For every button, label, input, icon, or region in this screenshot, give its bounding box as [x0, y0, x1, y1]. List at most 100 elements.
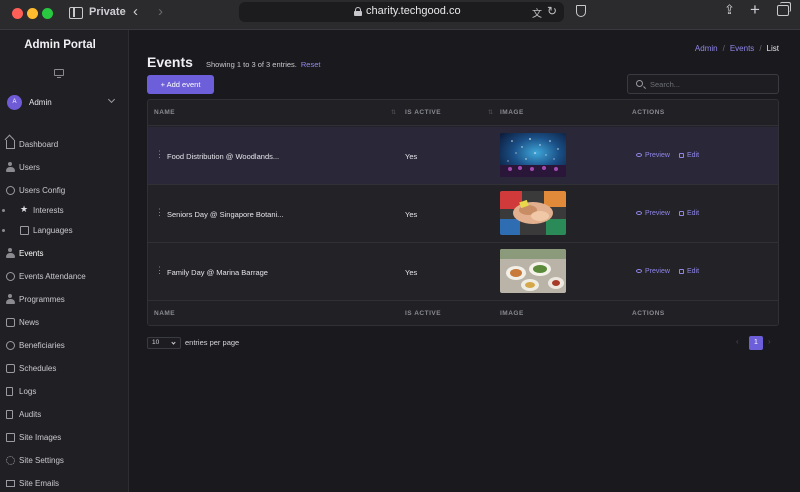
sidebar-item-events[interactable]: Events	[6, 247, 124, 261]
logs-icon	[6, 387, 13, 396]
chevron-down-icon	[171, 340, 176, 345]
edit-link[interactable]: Edit	[679, 152, 699, 159]
sidebar-item-programmes[interactable]: Programmes	[6, 293, 124, 307]
sidebar-item-label: Events Attendance	[19, 272, 86, 281]
reload-icon[interactable]: ↻	[547, 4, 557, 18]
minimize-window-button[interactable]	[27, 8, 38, 19]
page-title: Events	[147, 54, 193, 70]
sidebar-item-label: Dashboard	[19, 140, 59, 149]
sidebar-item-beneficiaries[interactable]: Beneficiaries	[6, 339, 124, 353]
gear-icon	[6, 456, 15, 465]
address-bar[interactable]: charity.techgood.co 文 ↻	[239, 2, 564, 22]
sidebar-item-schedules[interactable]: Schedules	[6, 362, 124, 376]
sidebar-item-users[interactable]: Users	[6, 161, 124, 175]
language-icon	[20, 226, 29, 235]
sidebar-item-site-emails[interactable]: Site Emails	[6, 477, 124, 491]
search-icon	[636, 80, 643, 87]
column-header-is-active[interactable]: IS ACTIVE	[405, 109, 441, 116]
avatar: A	[7, 95, 22, 110]
preview-label: Preview	[645, 210, 670, 217]
shield-icon[interactable]	[576, 5, 586, 17]
drag-handle-icon[interactable]: ⋮	[155, 265, 164, 276]
event-image-family-day	[500, 249, 566, 293]
users-icon	[6, 162, 15, 172]
eye-icon	[636, 153, 642, 158]
entries-summary: Showing 1 to 3 of 3 entries. Reset	[206, 60, 320, 69]
drag-handle-icon[interactable]: ⋮	[155, 207, 164, 218]
sidebar-toggle-icon[interactable]	[69, 7, 83, 19]
search-input[interactable]: Search...	[627, 74, 779, 94]
event-image-food-distribution	[500, 133, 566, 177]
event-active-status: Yes	[405, 268, 418, 277]
sidebar-item-languages[interactable]: Languages	[2, 224, 124, 238]
sort-icon[interactable]: ⇅	[391, 109, 396, 116]
brand-title: Admin Portal	[24, 39, 96, 51]
table-row: ⋮ Family Day @ Marina Barrage Yes Previe	[148, 243, 778, 301]
sidebar-item-label: Site Emails	[19, 479, 60, 488]
sidebar-item-label: Beneficiaries	[19, 341, 65, 350]
forward-arrow-icon[interactable]: ›	[158, 3, 163, 20]
monitor-icon[interactable]	[54, 69, 64, 79]
sidebar-item-label: Audits	[19, 410, 42, 419]
per-page-value: 10	[152, 339, 160, 346]
add-event-button[interactable]: + Add event	[147, 75, 214, 94]
table-row: ⋮ Food Distribution @ Woodlands... Yes P…	[148, 127, 778, 185]
sidebar-item-label: Programmes	[19, 295, 65, 304]
column-header-image: IMAGE	[500, 109, 524, 116]
breadcrumb-events[interactable]: Events	[730, 44, 754, 53]
sidebar-item-site-settings[interactable]: Site Settings	[6, 454, 124, 468]
breadcrumb-separator: /	[722, 44, 725, 53]
sidebar-item-label: Events	[19, 249, 44, 258]
event-name: Seniors Day @ Singapore Botani...	[167, 210, 284, 219]
event-image-seniors-day	[500, 191, 566, 235]
sidebar-item-label: News	[19, 318, 40, 327]
sidebar-item-events-attendance[interactable]: Events Attendance	[6, 270, 124, 284]
pagination-page[interactable]: 1	[749, 336, 763, 350]
private-mode-label: Private	[89, 6, 126, 18]
footer-column-name: NAME	[154, 310, 176, 317]
edit-label: Edit	[687, 268, 700, 275]
audits-icon	[6, 410, 13, 419]
per-page-select[interactable]: 10	[147, 337, 181, 349]
edit-icon	[679, 268, 684, 274]
edit-link[interactable]: Edit	[679, 268, 699, 275]
reset-link[interactable]: Reset	[301, 60, 321, 69]
pagination-prev-icon[interactable]: ‹	[736, 337, 739, 346]
bullet-icon	[2, 229, 5, 232]
edit-link[interactable]: Edit	[679, 210, 699, 217]
user-menu[interactable]: A Admin	[7, 95, 119, 111]
column-header-name[interactable]: NAME	[154, 109, 175, 116]
browser-toolbar: Private ‹ › charity.techgood.co 文 ↻ ⇪ +	[0, 0, 800, 30]
breadcrumb-admin[interactable]: Admin	[695, 44, 718, 53]
events-table: NAME ⇅ IS ACTIVE ⇅ IMAGE ACTIONS ⋮ Food …	[147, 99, 779, 326]
sidebar-item-dashboard[interactable]: Dashboard	[6, 138, 124, 152]
breadcrumb-current: List	[766, 44, 779, 53]
sidebar-item-users-config[interactable]: Users Config	[6, 184, 124, 198]
programmes-icon	[6, 294, 15, 304]
share-icon[interactable]: ⇪	[724, 2, 735, 18]
preview-link[interactable]: Preview	[636, 210, 670, 217]
new-tab-icon[interactable]: +	[750, 0, 760, 20]
sidebar-item-news[interactable]: News	[6, 316, 124, 330]
close-window-button[interactable]	[12, 8, 23, 19]
sidebar-item-interests[interactable]: ★ Interests	[2, 204, 124, 218]
zoom-window-button[interactable]	[42, 8, 53, 19]
per-page-label: entries per page	[185, 338, 240, 347]
entries-count-text: Showing 1 to 3 of 3 entries.	[206, 60, 297, 69]
sort-icon[interactable]: ⇅	[488, 109, 493, 116]
pagination-next-icon[interactable]: ›	[768, 337, 771, 346]
footer-column-image: IMAGE	[500, 310, 524, 317]
tab-overview-icon[interactable]	[777, 2, 791, 16]
preview-link[interactable]: Preview	[636, 268, 670, 275]
event-active-status: Yes	[405, 152, 418, 161]
preview-link[interactable]: Preview	[636, 152, 670, 159]
sidebar-item-audits[interactable]: Audits	[6, 408, 124, 422]
sidebar-item-site-images[interactable]: Site Images	[6, 431, 124, 445]
back-arrow-icon[interactable]: ‹	[133, 3, 138, 20]
translate-icon[interactable]: 文	[532, 5, 542, 20]
sidebar-item-label: Site Settings	[19, 456, 64, 465]
drag-handle-icon[interactable]: ⋮	[155, 149, 164, 160]
sidebar-item-logs[interactable]: Logs	[6, 385, 124, 399]
eye-icon	[636, 269, 642, 274]
event-active-status: Yes	[405, 210, 418, 219]
